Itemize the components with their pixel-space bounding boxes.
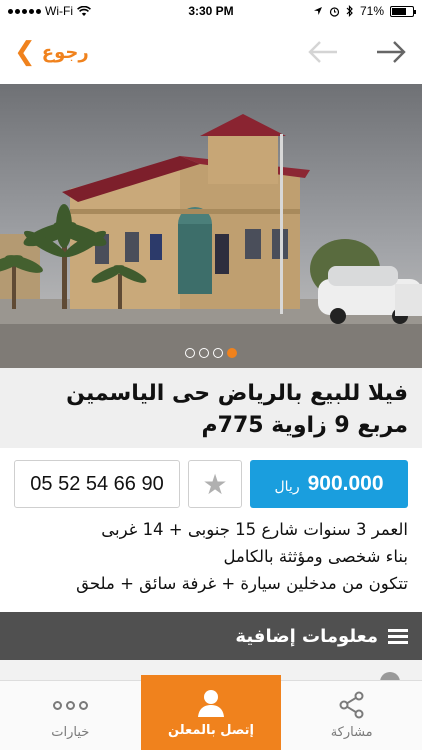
gallery-dot[interactable]	[213, 348, 223, 358]
person-icon	[198, 689, 224, 717]
additional-info-title: معلومات إضافية	[235, 625, 378, 647]
listing-title: فيلا للبيع بالرياض حى الياسمين مربع 9 زا…	[66, 381, 408, 438]
bottom-tab-bar: خيارات إتصل بالمعلن مشاركة	[0, 675, 422, 750]
tab-contact-label: إتصل بالمعلن	[168, 722, 254, 738]
back-button[interactable]: ❮ رجوع	[14, 39, 89, 65]
battery-percent: 71%	[359, 4, 384, 18]
status-bar: Wi-Fi 3:30 PM 71%	[0, 0, 422, 22]
bluetooth-icon	[346, 5, 353, 17]
status-right: 71%	[313, 4, 416, 18]
listing-title-box: فيلا للبيع بالرياض حى الياسمين مربع 9 زا…	[0, 368, 422, 448]
listing-navigation	[306, 35, 408, 69]
arrow-left-icon	[308, 41, 337, 63]
location-icon	[313, 7, 322, 15]
listing-description: العمر 3 سنوات شارع 15 جنوبى + 14 غربى بن…	[14, 516, 408, 597]
phone-number-button[interactable]: 05 52 54 66 90	[14, 460, 180, 508]
price-badge: 900.000 ريال	[250, 460, 408, 508]
favorite-button[interactable]: ★	[188, 460, 242, 508]
back-label: رجوع	[41, 41, 89, 63]
carrier-label: Wi-Fi	[45, 4, 73, 18]
arrow-right-icon	[377, 41, 406, 63]
wifi-icon	[77, 5, 91, 16]
more-options-icon	[52, 700, 88, 710]
description-line: العمر 3 سنوات شارع 15 جنوبى + 14 غربى	[101, 520, 408, 539]
villa-photo	[0, 84, 422, 368]
tab-share-label: مشاركة	[330, 725, 373, 740]
previous-listing-button[interactable]	[306, 35, 340, 69]
battery-fill	[392, 7, 407, 15]
tab-options-label: خيارات	[51, 725, 90, 740]
status-left: Wi-Fi	[8, 4, 91, 18]
price-currency: ريال	[274, 478, 300, 495]
price-amount: 900.000	[307, 472, 384, 495]
battery-icon	[390, 5, 416, 17]
nav-bar: ❮ رجوع	[0, 22, 422, 82]
gallery-pagination	[0, 348, 422, 358]
chevron-left-icon: ❮	[14, 37, 36, 67]
share-icon	[339, 691, 364, 719]
next-listing-button[interactable]	[374, 35, 408, 69]
tab-options[interactable]: خيارات	[0, 681, 141, 750]
description-line: تتكون من مدخلين سيارة + غرفة سائق + ملحق	[76, 574, 408, 593]
star-icon: ★	[202, 467, 228, 501]
gallery-dot-active[interactable]	[227, 348, 237, 358]
tab-contact-advertiser[interactable]: إتصل بالمعلن	[140, 675, 282, 750]
menu-icon	[388, 628, 408, 644]
signal-icon	[8, 8, 41, 14]
gallery-dot[interactable]	[199, 348, 209, 358]
tab-share[interactable]: مشاركة	[281, 681, 422, 750]
additional-info-header[interactable]: معلومات إضافية	[0, 612, 422, 660]
price-row: 05 52 54 66 90 ★ 900.000 ريال	[14, 460, 408, 508]
description-line: بناء شخصى ومؤثثة بالكامل	[223, 547, 409, 566]
alarm-icon	[329, 6, 340, 17]
listing-photo-gallery[interactable]	[0, 84, 422, 368]
gallery-dot[interactable]	[185, 348, 195, 358]
